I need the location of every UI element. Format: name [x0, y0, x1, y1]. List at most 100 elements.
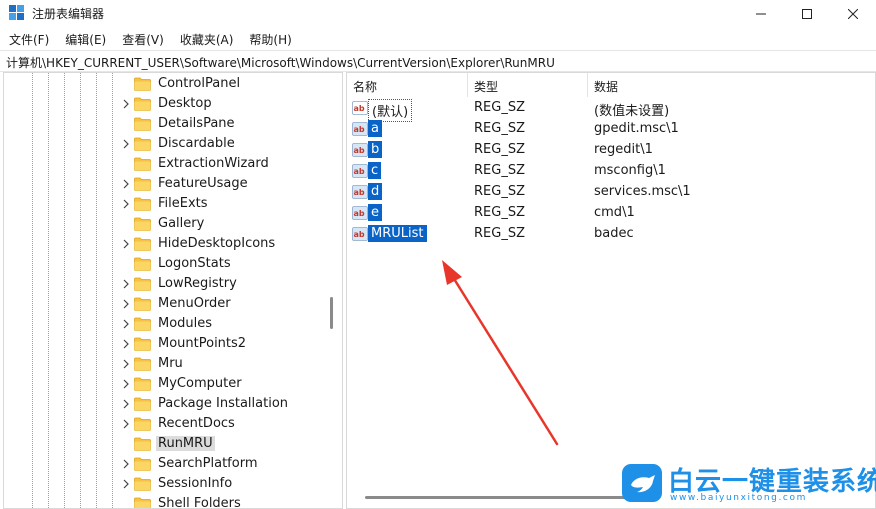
chevron-right-icon[interactable] [121, 278, 131, 290]
value-row[interactable]: ab e REG_SZ cmd\1 [347, 203, 875, 224]
horizontal-scrollbar-thumb[interactable] [365, 496, 645, 499]
chevron-right-icon[interactable] [121, 298, 131, 310]
menu-favorites[interactable]: 收藏夹(A) [175, 28, 239, 50]
tree-item[interactable]: Modules [4, 314, 342, 334]
string-value-icon: ab [352, 143, 368, 157]
chevron-right-icon[interactable] [121, 458, 131, 470]
value-type: REG_SZ [474, 184, 525, 199]
folder-icon [134, 277, 151, 291]
folder-icon [134, 177, 151, 191]
maximize-icon [802, 9, 812, 19]
column-type[interactable]: 类型 [468, 73, 588, 97]
svg-text:ab: ab [354, 146, 365, 155]
menu-help[interactable]: 帮助(H) [244, 28, 296, 50]
column-name[interactable]: 名称 [347, 73, 467, 97]
tree-item[interactable]: ControlPanel [4, 74, 342, 94]
svg-text:ab: ab [354, 230, 365, 239]
tree-item[interactable]: ExtractionWizard [4, 154, 342, 174]
folder-icon [134, 437, 151, 451]
chevron-right-icon[interactable] [121, 198, 131, 210]
menu-view[interactable]: 查看(V) [117, 28, 169, 50]
tree-item-label: Package Installation [158, 396, 289, 411]
key-tree[interactable]: ControlPanel Desktop DetailsPane Discardabl… [3, 72, 343, 509]
tree-item[interactable]: Desktop [4, 94, 342, 114]
string-value-icon: ab [352, 185, 368, 199]
chevron-right-icon[interactable] [121, 238, 131, 250]
folder-icon [134, 457, 151, 471]
tree-item[interactable]: RecentDocs [4, 414, 342, 434]
value-name: b [368, 141, 383, 158]
tree-item[interactable]: FileExts [4, 194, 342, 214]
close-icon [848, 9, 858, 19]
tree-item[interactable]: SessionInfo [4, 474, 342, 494]
tree-item-label: HideDesktopIcons [158, 236, 276, 251]
value-row[interactable]: ab (默认) REG_SZ (数值未设置) [347, 98, 875, 122]
svg-text:ab: ab [354, 167, 365, 176]
tree-item-label: FileExts [158, 196, 208, 211]
value-row[interactable]: ab a REG_SZ gpedit.msc\1 [347, 119, 875, 140]
value-data: msconfig\1 [594, 163, 666, 178]
tree-item[interactable]: HideDesktopIcons [4, 234, 342, 254]
tree-item[interactable]: Gallery [4, 214, 342, 234]
chevron-right-icon[interactable] [121, 358, 131, 370]
tree-item[interactable]: LowRegistry [4, 274, 342, 294]
tree-item-label: Gallery [158, 216, 205, 231]
tree-item[interactable]: Discardable [4, 134, 342, 154]
value-type: REG_SZ [474, 142, 525, 157]
value-row[interactable]: ab d REG_SZ services.msc\1 [347, 182, 875, 203]
menu-edit[interactable]: 编辑(E) [60, 28, 111, 50]
folder-icon [134, 417, 151, 431]
chevron-right-icon[interactable] [121, 378, 131, 390]
tree-item[interactable]: FeatureUsage [4, 174, 342, 194]
value-row[interactable]: ab MRUList REG_SZ badec [347, 224, 875, 245]
values-list[interactable]: 名称 类型 数据 ab (默认) REG_SZ (数值未设置) ab a REG_SZ gpe… [346, 72, 876, 509]
folder-icon [134, 317, 151, 331]
tree-item-label: RunMRU [156, 436, 215, 451]
maximize-button[interactable] [784, 0, 830, 28]
value-name: a [368, 120, 382, 137]
address-bar[interactable]: 计算机\HKEY_CURRENT_USER\Software\Microsoft… [0, 50, 876, 72]
chevron-right-icon[interactable] [121, 418, 131, 430]
value-data: gpedit.msc\1 [594, 121, 679, 136]
tree-item-label: Discardable [158, 136, 235, 151]
chevron-right-icon[interactable] [121, 478, 131, 490]
chevron-right-icon[interactable] [121, 98, 131, 110]
chevron-right-icon[interactable] [121, 338, 131, 350]
value-data: services.msc\1 [594, 184, 691, 199]
chevron-right-icon[interactable] [121, 178, 131, 190]
tree-item[interactable]: Shell Folders [4, 494, 342, 508]
tree-item[interactable]: MenuOrder [4, 294, 342, 314]
tree-item[interactable]: MyComputer [4, 374, 342, 394]
value-name: d [368, 183, 383, 200]
value-type: REG_SZ [474, 226, 525, 241]
folder-icon [134, 97, 151, 111]
close-button[interactable] [830, 0, 876, 28]
tree-item[interactable]: Mru [4, 354, 342, 374]
tree-item[interactable]: Package Installation [4, 394, 342, 414]
folder-icon [134, 197, 151, 211]
minimize-icon [756, 13, 766, 15]
tree-item[interactable]: SearchPlatform [4, 454, 342, 474]
column-data[interactable]: 数据 [588, 73, 788, 97]
chevron-right-icon[interactable] [121, 318, 131, 330]
chevron-right-icon[interactable] [121, 398, 131, 410]
chevron-right-icon[interactable] [121, 138, 131, 150]
tree-item-label: Desktop [158, 96, 212, 111]
column-header: 名称 类型 数据 [347, 73, 875, 97]
value-row[interactable]: ab c REG_SZ msconfig\1 [347, 161, 875, 182]
svg-text:ab: ab [354, 104, 365, 113]
value-row[interactable]: ab b REG_SZ regedit\1 [347, 140, 875, 161]
tree-item[interactable]: RunMRU [4, 434, 342, 454]
svg-text:ab: ab [354, 125, 365, 134]
menu-file[interactable]: 文件(F) [4, 28, 54, 50]
tree-item[interactable]: MountPoints2 [4, 334, 342, 354]
tree-item[interactable]: DetailsPane [4, 114, 342, 134]
minimize-button[interactable] [738, 0, 784, 28]
folder-icon [134, 77, 151, 91]
string-value-icon: ab [352, 101, 368, 115]
menu-bar: 文件(F) 编辑(E) 查看(V) 收藏夹(A) 帮助(H) [0, 28, 876, 50]
tree-item[interactable]: LogonStats [4, 254, 342, 274]
tree-item-label: RecentDocs [158, 416, 235, 431]
bird-logo-icon [622, 464, 662, 502]
value-name: c [368, 162, 382, 179]
